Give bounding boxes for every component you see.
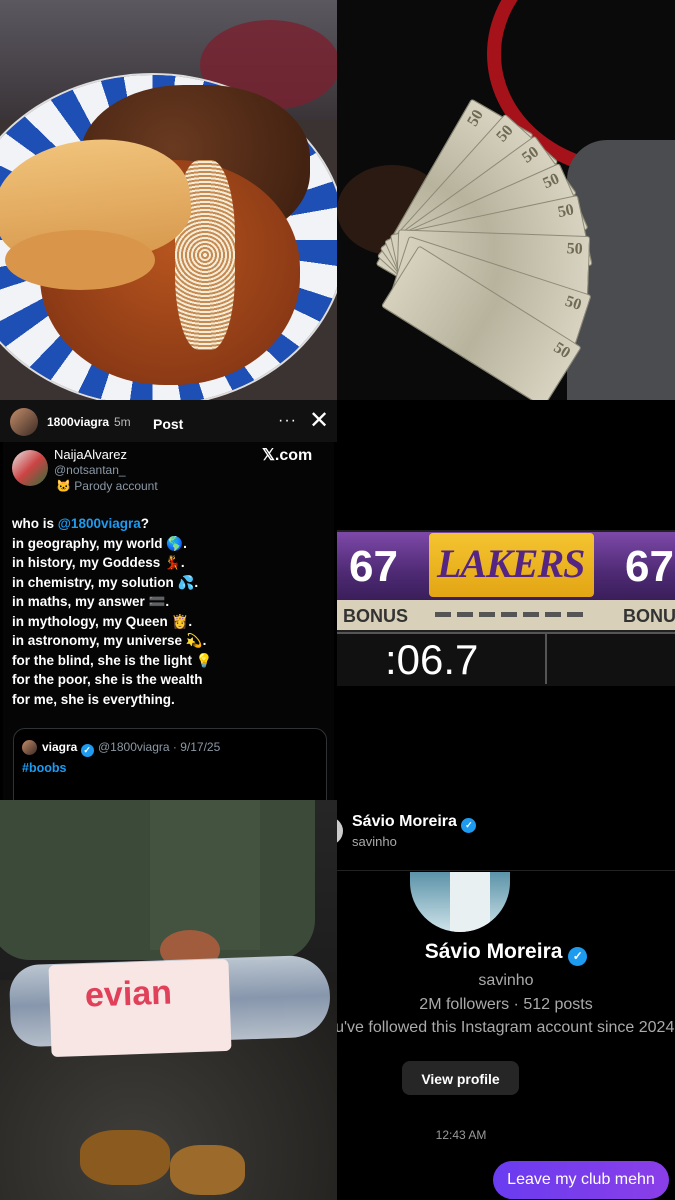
page-title: Post xyxy=(153,416,184,432)
shoe xyxy=(170,1145,245,1195)
bonus-right: BONU xyxy=(623,606,675,626)
verified-icon: ✓ xyxy=(80,744,94,757)
shoe xyxy=(80,1130,170,1185)
tweet-line: in maths, my answer 🟰. xyxy=(12,594,170,609)
header-name-text: Sávio Moreira xyxy=(352,813,457,830)
parody-badge: 🐱 Parody account xyxy=(56,479,158,493)
tweet-text: who is xyxy=(12,516,58,531)
game-clock: :06.7 xyxy=(385,636,479,683)
chat-header-username: savinho xyxy=(352,834,397,849)
cat-icon: 🐱 xyxy=(56,479,71,493)
hashtag-link[interactable]: #boobs xyxy=(22,761,66,775)
tweet-line: for the blind, she is the light 💡 xyxy=(12,652,213,668)
profile-stats: 2M followers · 512 posts xyxy=(419,996,593,1013)
tweet-line: in history, my Goddess 💃. xyxy=(12,555,185,570)
tweet-text: ? xyxy=(140,516,149,531)
quote-meta: @1800viagra · 9/17/25 xyxy=(98,740,221,754)
author-handle[interactable]: @notsantan_ xyxy=(54,463,126,477)
author-avatar[interactable] xyxy=(12,450,48,486)
tweet-body: who is @1800viagra? in geography, my wor… xyxy=(12,514,332,709)
tweet-line: who is @1800viagra? xyxy=(12,514,332,534)
story-username[interactable]: 1800viagra xyxy=(47,415,109,429)
profile-name: Sávio Moreira ✓ xyxy=(337,940,675,966)
right-score: 67 xyxy=(625,542,674,591)
view-profile-button[interactable]: View profile xyxy=(402,1061,519,1095)
instagram-dm-screenshot: Sávio Moreira ✓ savinho Sávio Moreira ✓ … xyxy=(337,800,675,1200)
quote-avatar xyxy=(22,740,37,755)
quote-author-name: viagra xyxy=(42,740,78,754)
more-icon[interactable]: ··· xyxy=(278,412,297,430)
tweet-screenshot: 1800viagra 5m Post ··· ✕ NaijaAlvarez @n… xyxy=(0,400,337,800)
quote-author[interactable]: viagra ✓ xyxy=(42,740,94,757)
avatar[interactable] xyxy=(10,408,38,436)
tweet-line: for me, she is everything. xyxy=(12,691,175,707)
tweet-line: in geography, my world 🌎. xyxy=(12,535,187,551)
sent-message-bubble[interactable]: Leave my club mehn xyxy=(493,1161,669,1199)
chat-header-name[interactable]: Sávio Moreira ✓ xyxy=(352,813,477,833)
tweet-line: for the poor, she is the wealth xyxy=(12,672,203,687)
scoreboard-photo: 67 LAKERS 67 BONUS BONU :06.7 xyxy=(337,400,675,800)
food-photo xyxy=(0,0,337,400)
story-time: 5m xyxy=(114,415,131,429)
parody-label: Parody account xyxy=(74,479,158,493)
mention-link[interactable]: @1800viagra xyxy=(58,516,141,531)
follow-since-note: You've followed this Instagram account s… xyxy=(337,1019,675,1036)
bottle-brand: evian xyxy=(84,973,173,1015)
verified-icon: ✓ xyxy=(461,818,477,833)
verified-icon: ✓ xyxy=(568,947,588,966)
tweet-line: in astronomy, my universe 💫. xyxy=(12,633,207,648)
x-logo: 𝕏.com xyxy=(262,447,313,464)
author-name[interactable]: NaijaAlvarez xyxy=(54,447,127,462)
message-timestamp: 12:43 AM xyxy=(435,1128,487,1142)
bonus-left: BONUS xyxy=(343,606,409,626)
profile-name-text: Sávio Moreira xyxy=(424,940,563,963)
profile-username: savinho xyxy=(478,972,534,989)
tweet-line: in chemistry, my solution 💦. xyxy=(12,574,199,590)
close-icon[interactable]: ✕ xyxy=(309,406,329,435)
team-logo-text: LAKERS xyxy=(437,541,585,586)
water-bottle-photo: evian xyxy=(0,800,337,1200)
timeout-dashes xyxy=(435,612,585,617)
profile-avatar[interactable] xyxy=(410,872,510,932)
tweet-line: in mythology, my Queen 👸. xyxy=(12,613,193,629)
cash-photo xyxy=(337,0,675,400)
left-score: 67 xyxy=(349,542,398,591)
